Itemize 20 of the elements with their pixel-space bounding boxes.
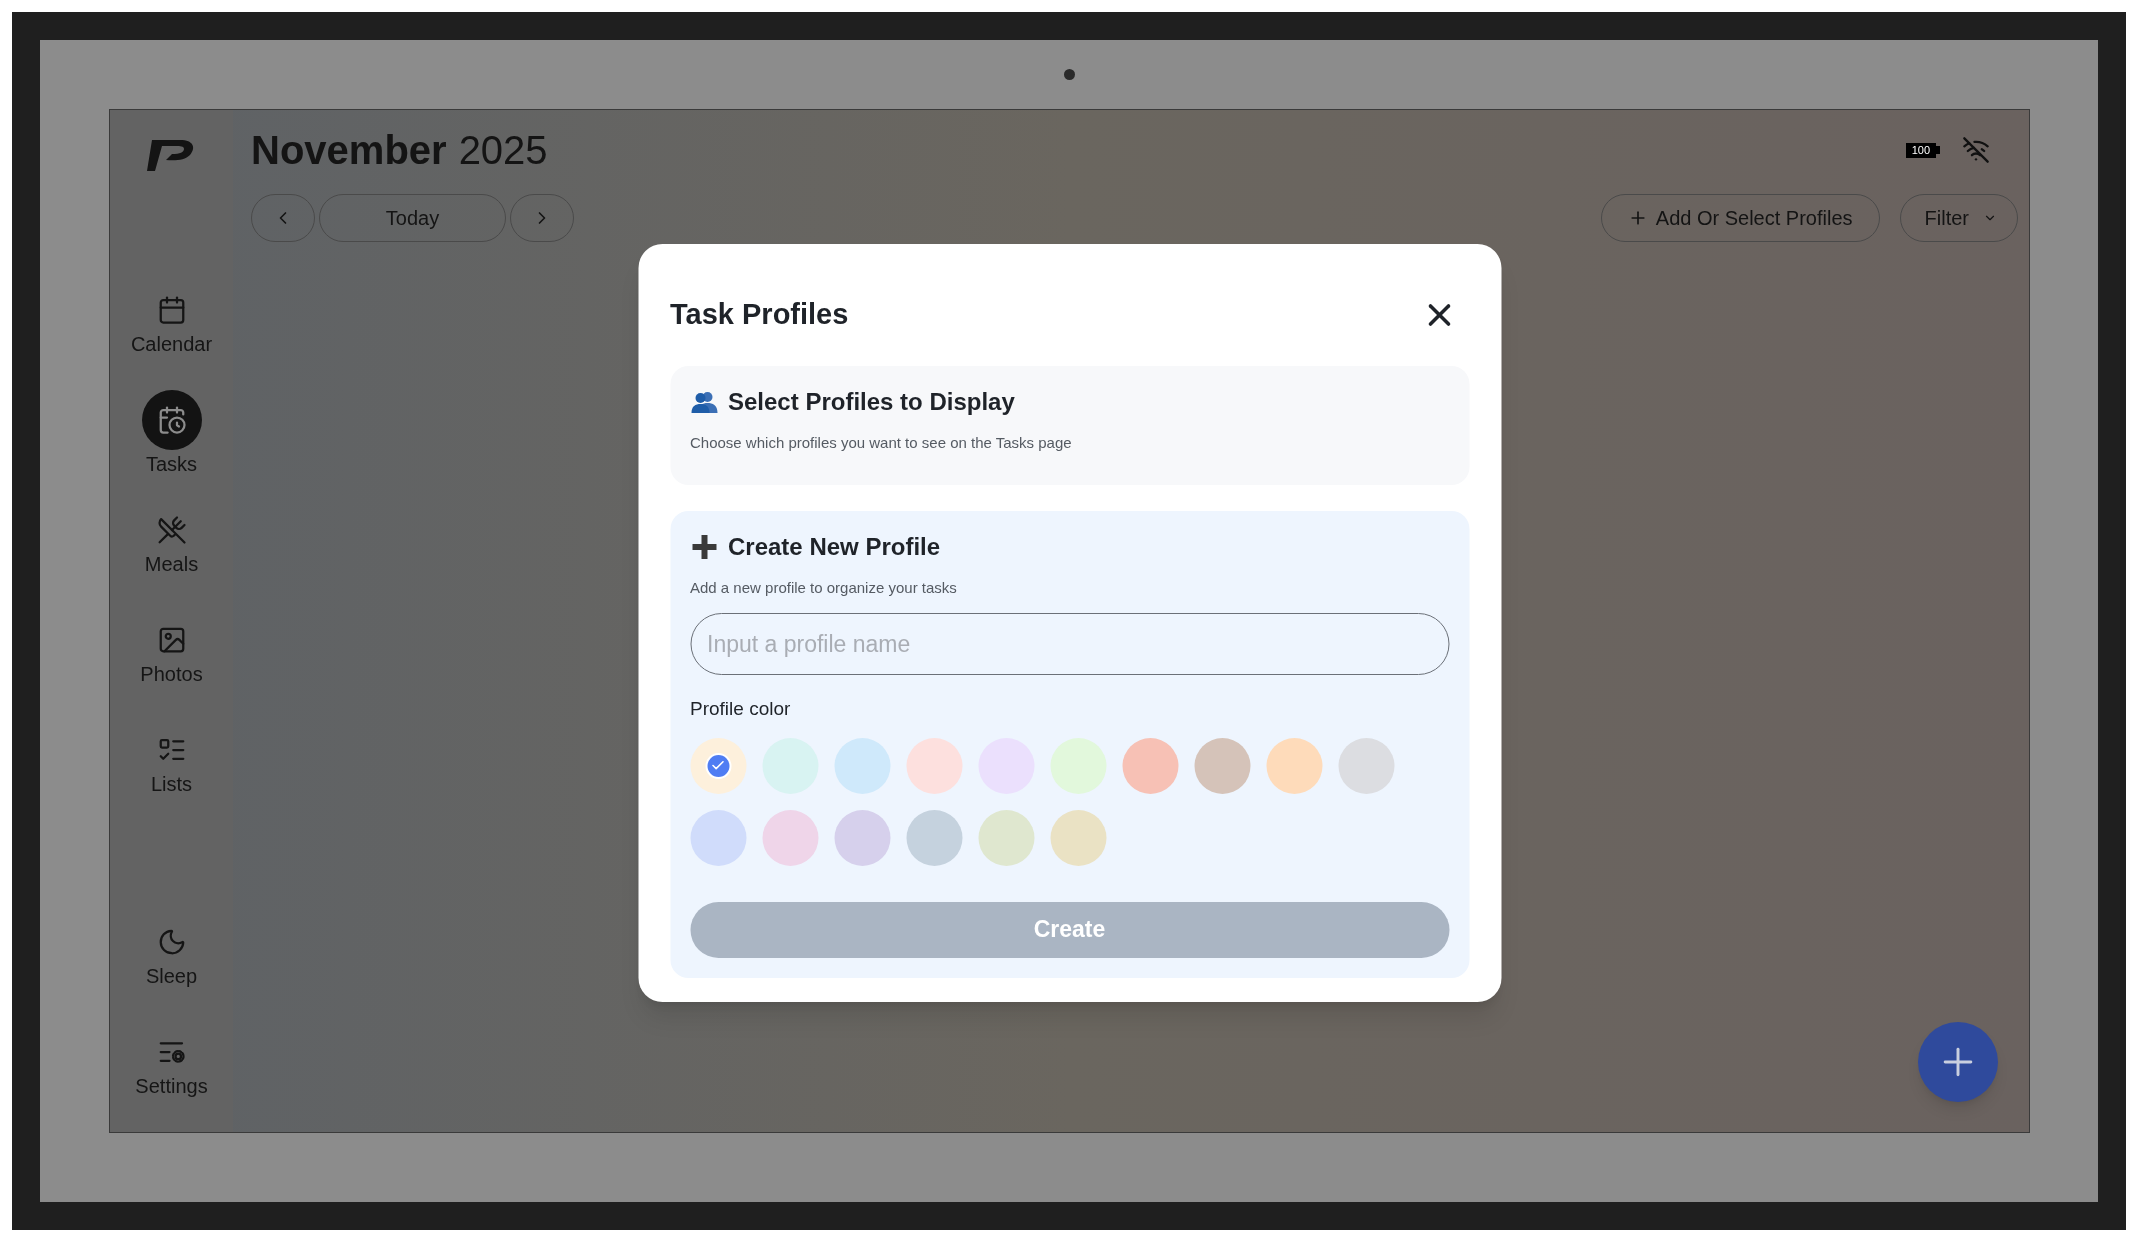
- sidebar-item[interactable]: Meals: [116, 492, 227, 592]
- utensils-icon: [156, 515, 187, 545]
- sidebar-item[interactable]: Lists: [116, 712, 227, 812]
- sidebar-item[interactable]: Sleep: [116, 904, 227, 1004]
- wifi-off-icon: [1962, 136, 1990, 164]
- section-subtitle: Add a new profile to organize your tasks: [690, 577, 958, 598]
- plus-icon: [690, 532, 718, 561]
- people-icon: [690, 390, 718, 414]
- dialog-title: Task Profiles: [670, 297, 849, 333]
- sidebar-item[interactable]: Photos: [116, 602, 227, 702]
- profile-name-field[interactable]: Input a profile name: [690, 613, 1449, 675]
- sidebar-item[interactable]: Tasks: [116, 382, 227, 482]
- sidebar-item[interactable]: Settings: [116, 1014, 227, 1114]
- month-title: November: [251, 130, 447, 170]
- year-title: 2025: [458, 130, 548, 170]
- section-title: Select Profiles to Display: [728, 387, 1015, 417]
- section-subtitle: Choose which profiles you want to see on the Tasks page: [690, 433, 1073, 453]
- section-title: Create New Profile: [728, 531, 941, 562]
- color-label: Profile color: [690, 697, 792, 721]
- sidebar-item[interactable]: Calendar: [116, 272, 227, 372]
